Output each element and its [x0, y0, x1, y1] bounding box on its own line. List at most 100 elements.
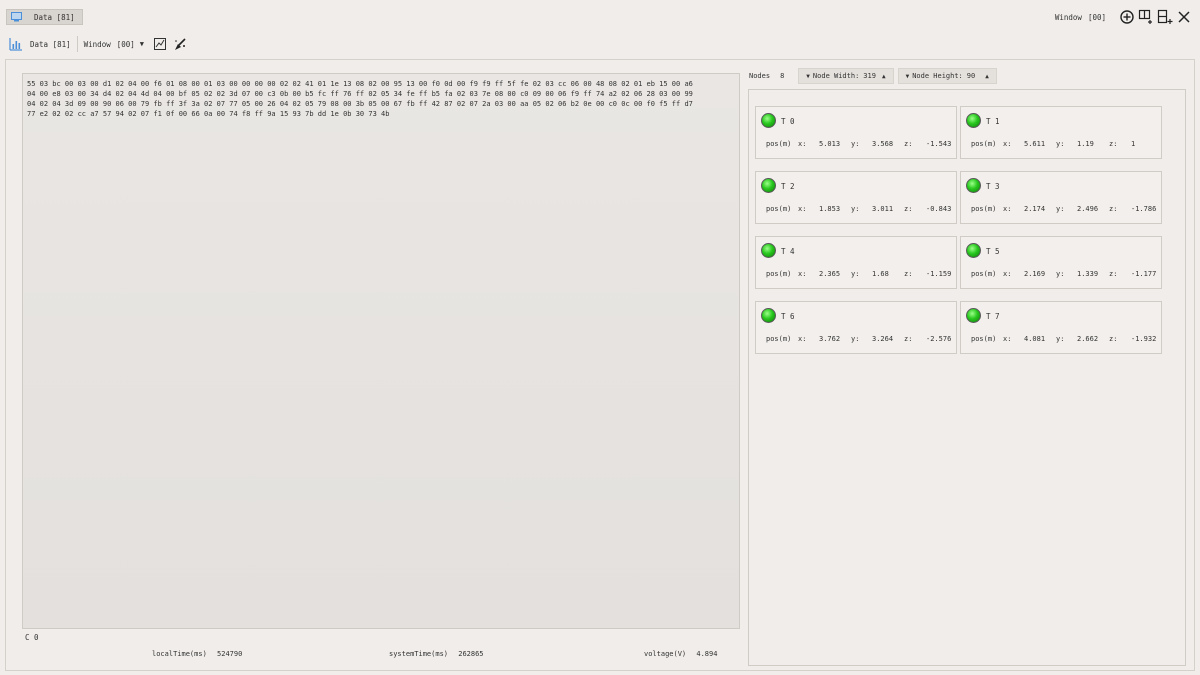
- pos-label: pos(m): [971, 205, 997, 213]
- split-down-icon[interactable]: [1138, 9, 1154, 25]
- node-height-label: Node Height:: [912, 72, 963, 80]
- x-value: 4.081: [1024, 335, 1046, 343]
- node-name: T 0: [781, 117, 795, 126]
- x-label: x:: [1003, 270, 1012, 278]
- y-label: y:: [1056, 205, 1065, 213]
- z-value: -1.932: [1131, 335, 1157, 343]
- z-value: -1.159: [926, 270, 952, 278]
- x-label: x:: [1003, 335, 1012, 343]
- nodes-label: Nodes: [749, 72, 771, 80]
- status-led-icon: [761, 308, 776, 323]
- node-name: T 5: [986, 247, 1000, 256]
- window-controls: Window [00]: [1055, 8, 1192, 26]
- node-name: T 6: [781, 312, 795, 321]
- x-label: x:: [798, 205, 807, 213]
- node-width-value[interactable]: 319: [863, 72, 876, 80]
- system-time-label: systemTime(ms): [389, 650, 449, 658]
- x-value: 2.169: [1024, 270, 1046, 278]
- add-circle-icon[interactable]: [1119, 9, 1135, 25]
- z-value: -0.843: [926, 205, 952, 213]
- status-led-icon: [761, 243, 776, 258]
- node-card[interactable]: T 4 pos(m) x: 2.365 y: 1.68 z: -1.159: [755, 236, 957, 289]
- window-label: Window: [1054, 12, 1082, 22]
- x-label: x:: [798, 140, 807, 148]
- status-led-icon: [761, 113, 776, 128]
- x-value: 1.853: [819, 205, 841, 213]
- x-label: x:: [798, 335, 807, 343]
- increment-arrow-icon[interactable]: ▲: [985, 73, 989, 80]
- toolbar: Data [81] Window [00] ▼: [0, 33, 1200, 55]
- window-dropdown-caret[interactable]: ▼: [140, 40, 144, 48]
- toolbar-window-value[interactable]: [00]: [117, 40, 135, 49]
- status-led-icon: [966, 243, 981, 258]
- chart-icon[interactable]: [8, 36, 24, 52]
- hex-line: 77 e2 02 02 cc a7 57 94 02 07 f1 0f 00 6…: [27, 110, 390, 118]
- node-card[interactable]: T 7 pos(m) x: 4.081 y: 2.662 z: -1.932: [960, 301, 1162, 354]
- node-card[interactable]: T 3 pos(m) x: 2.174 y: 2.496 z: -1.786: [960, 171, 1162, 224]
- close-icon[interactable]: [1176, 9, 1192, 25]
- node-width-label: Node Width:: [812, 72, 860, 80]
- z-label: z:: [1109, 140, 1118, 148]
- x-label: x:: [798, 270, 807, 278]
- pos-label: pos(m): [971, 335, 997, 343]
- z-value: -1.177: [1131, 270, 1157, 278]
- z-value: 1: [1131, 140, 1136, 148]
- node-card[interactable]: T 2 pos(m) x: 1.853 y: 3.011 z: -0.843: [755, 171, 957, 224]
- node-card[interactable]: T 0 pos(m) x: 5.013 y: 3.568 z: -1.543: [755, 106, 957, 159]
- node-controls: Nodes 8 ▼ Node Width: 319 ▲ ▼ Node Heigh…: [749, 68, 997, 84]
- decrement-arrow-icon[interactable]: ▼: [806, 73, 810, 80]
- x-value: 3.762: [819, 335, 841, 343]
- tab-strip: Data [81] Window [00]: [0, 0, 1200, 30]
- app-window: Data [81] Window [00] Data [81] Window […: [0, 0, 1200, 675]
- toolbar-divider: [76, 36, 78, 52]
- node-name: T 2: [781, 182, 795, 191]
- node-card[interactable]: T 1 pos(m) x: 5.611 y: 1.19 z: 1: [960, 106, 1162, 159]
- z-label: z:: [1109, 270, 1118, 278]
- hex-line: 04 00 e8 03 00 34 d4 02 04 4d 04 00 bf 0…: [27, 90, 693, 98]
- pos-label: pos(m): [766, 335, 792, 343]
- hex-line: 04 02 04 3d 09 00 90 06 00 79 fb ff 3f 3…: [27, 100, 693, 108]
- clear-brush-icon[interactable]: [172, 36, 188, 52]
- node-card[interactable]: T 5 pos(m) x: 2.169 y: 1.339 z: -1.177: [960, 236, 1162, 289]
- y-value: 2.662: [1077, 335, 1099, 343]
- z-label: z:: [1109, 205, 1118, 213]
- hex-data-panel[interactable]: 55 03 bc 00 03 00 d1 02 04 00 f6 01 08 0…: [22, 73, 740, 629]
- y-label: y:: [851, 270, 860, 278]
- data-label: Data [81]: [30, 39, 71, 49]
- local-time-label: localTime(ms): [152, 650, 207, 658]
- plot-icon[interactable]: [152, 36, 168, 52]
- voltage-status: voltage(V) 4.894: [644, 650, 717, 658]
- node-height-value[interactable]: 90: [967, 72, 975, 80]
- z-label: z:: [904, 205, 913, 213]
- node-card[interactable]: T 6 pos(m) x: 3.762 y: 3.264 z: -2.576: [755, 301, 957, 354]
- split-right-icon[interactable]: [1157, 9, 1173, 25]
- y-value: 2.496: [1077, 205, 1099, 213]
- y-label: y:: [851, 140, 860, 148]
- y-value: 3.011: [872, 205, 894, 213]
- node-width-spinner[interactable]: ▼ Node Width: 319 ▲: [798, 68, 894, 84]
- monitor-icon: [11, 12, 22, 22]
- x-value: 5.013: [819, 140, 841, 148]
- x-value: 2.365: [819, 270, 841, 278]
- y-value: 3.568: [872, 140, 894, 148]
- local-time-value: 524790: [217, 650, 243, 658]
- status-led-icon: [966, 113, 981, 128]
- y-label: y:: [1056, 140, 1065, 148]
- y-label: y:: [851, 335, 860, 343]
- nodes-count: 8: [780, 72, 785, 80]
- x-value: 5.611: [1024, 140, 1046, 148]
- system-time-value: 262865: [458, 650, 484, 658]
- pos-label: pos(m): [971, 270, 997, 278]
- tab-data[interactable]: Data [81]: [6, 9, 83, 25]
- z-label: z:: [1109, 335, 1118, 343]
- x-label: x:: [1003, 140, 1012, 148]
- pos-label: pos(m): [971, 140, 997, 148]
- decrement-arrow-icon[interactable]: ▼: [906, 73, 910, 80]
- increment-arrow-icon[interactable]: ▲: [882, 73, 886, 80]
- voltage-value: 4.894: [696, 650, 718, 658]
- y-label: y:: [1056, 335, 1065, 343]
- y-value: 3.264: [872, 335, 894, 343]
- z-label: z:: [904, 140, 913, 148]
- node-height-spinner[interactable]: ▼ Node Height: 90 ▲: [897, 68, 997, 84]
- z-value: -1.786: [1131, 205, 1157, 213]
